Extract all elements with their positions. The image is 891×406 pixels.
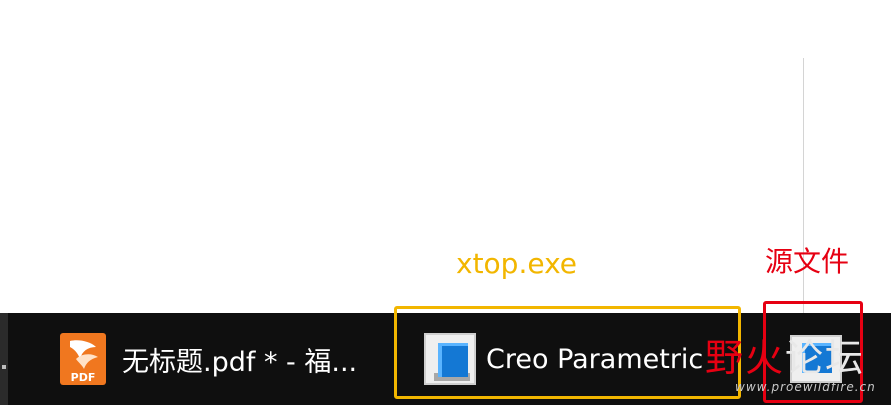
taskbar-item-foxit-pdf[interactable]: PDF 无标题.pdf * - 福...: [56, 313, 378, 405]
taskbar-separator: [2, 365, 6, 369]
annotation-xtop-label: xtop.exe: [456, 247, 578, 280]
foxit-pdf-icon: PDF: [56, 331, 112, 387]
screenshot-canvas: xtop.exe 源文件 PDF 无标题.pdf * - 福... Creo P…: [0, 0, 891, 406]
annotation-source-file-label: 源文件: [765, 245, 850, 278]
xtop-highlight-box: [394, 306, 741, 399]
vertical-divider: [803, 58, 804, 320]
taskbar-left-edge: [0, 313, 8, 405]
taskbar-item-foxit-label: 无标题.pdf * - 福...: [122, 346, 358, 378]
watermark-chinese-text: 野火论坛: [705, 336, 866, 380]
watermark-url: www.proewildfire.cn: [735, 380, 876, 394]
forum-watermark: 野火论坛 www.proewildfire.cn: [705, 336, 885, 402]
foxit-icon-text: PDF: [71, 371, 96, 384]
